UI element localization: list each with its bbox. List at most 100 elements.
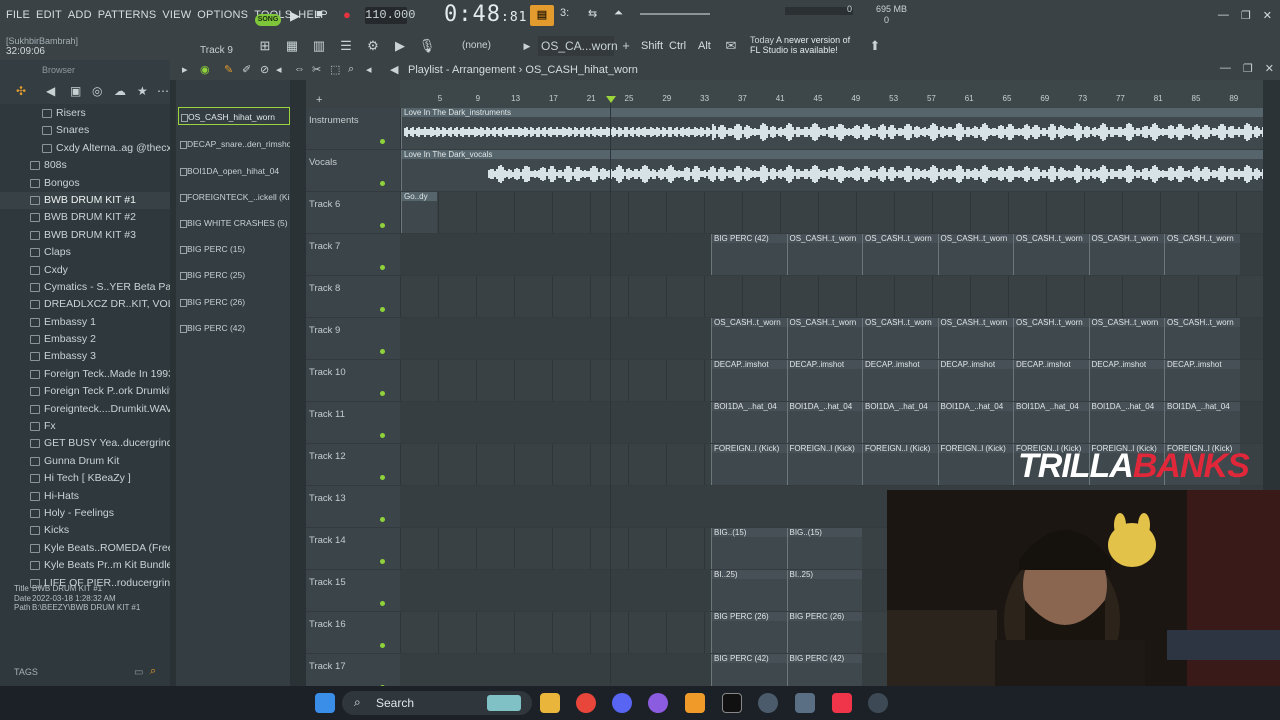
add-pattern-icon[interactable]: + — [617, 37, 635, 55]
browser-folder-item[interactable]: Foreign Teck..Made In 1993 — [0, 366, 170, 383]
pattern-clip[interactable]: OS_CASH..t_worn — [1088, 234, 1164, 275]
browser-folder-item[interactable]: Foreignteck....Drumkit.WAV — [0, 401, 170, 418]
ctrl-key[interactable]: Ctrl — [669, 40, 686, 52]
news-panel[interactable]: Today A newer version of FL Studio is av… — [750, 35, 850, 55]
menu-view[interactable]: VIEW — [162, 9, 191, 21]
step-icon[interactable]: 3: — [560, 7, 569, 19]
play-icon[interactable]: ▶ — [290, 8, 300, 24]
chrome-icon[interactable] — [576, 693, 596, 713]
magnet-snap-icon[interactable]: ◉ — [200, 63, 210, 76]
pattern-clip[interactable]: BOI1DA_..hat_04 — [786, 402, 862, 443]
track-header[interactable]: Track 9 — [306, 318, 400, 360]
pattern-clip[interactable]: BI..25) — [786, 570, 862, 611]
back-icon[interactable]: ◀ — [46, 84, 55, 98]
alt-key[interactable]: Alt — [698, 40, 711, 52]
arrow-icon[interactable]: ▶ — [391, 37, 409, 55]
fl-studio-icon[interactable] — [685, 693, 705, 713]
browser-folder-item[interactable]: Cxdy — [0, 262, 170, 279]
track-header[interactable]: Track 13 — [306, 486, 400, 528]
discord-icon[interactable] — [612, 693, 632, 713]
song-mode-toggle[interactable]: SONG — [255, 14, 281, 26]
browser-folder-item[interactable]: Foreign Teck P..ork Drumkit — [0, 383, 170, 400]
pattern-clip[interactable]: FOREIGN..l (Kick) — [711, 444, 787, 485]
track-enable-led[interactable] — [380, 475, 385, 480]
playlist-arrow-icon[interactable]: ◀ — [390, 63, 398, 76]
pattern-clip[interactable]: BIG PERC (42) — [786, 654, 862, 686]
track-enable-led[interactable] — [380, 349, 385, 354]
pattern-clip[interactable]: BOI1DA_..hat_04 — [711, 402, 787, 443]
track-header[interactable]: Track 7 — [306, 234, 400, 276]
browser-folder-item[interactable]: Snares — [0, 122, 170, 139]
track-header[interactable]: Instruments — [306, 108, 400, 150]
playlist-close-icon[interactable]: ✕ — [1265, 62, 1274, 75]
pattern-clip[interactable]: OS_CASH..t_worn — [1164, 318, 1240, 359]
loop-icon[interactable]: ⇆ — [588, 7, 597, 20]
track-enable-led[interactable] — [380, 265, 385, 270]
midi-input-select[interactable]: (none) — [462, 40, 491, 51]
browser-folder-item[interactable]: Hi-Hats — [0, 488, 170, 505]
slip-tool-icon[interactable]: ⇔ — [294, 63, 305, 75]
zoom-tool-icon[interactable]: ⌕ — [348, 63, 354, 76]
pattern-clip[interactable]: BOI1DA_..hat_04 — [1088, 402, 1164, 443]
track-header[interactable]: Track 16 — [306, 612, 400, 654]
picker-clip-item[interactable]: BIG PERC (42) — [178, 319, 290, 337]
menu-add[interactable]: ADD — [68, 9, 92, 21]
pattern-clip[interactable]: BIG PERC (42) — [711, 234, 787, 275]
plugin-db-icon[interactable]: ◎ — [92, 84, 102, 98]
track-header[interactable]: Track 8 — [306, 276, 400, 318]
main-volume-slider[interactable] — [640, 13, 710, 15]
track-header[interactable]: Vocals — [306, 150, 400, 192]
track-enable-led[interactable] — [380, 433, 385, 438]
menu-help[interactable]: HELP — [298, 9, 328, 21]
pattern-clip[interactable]: BIG PERC (26) — [711, 612, 787, 653]
capcut-icon[interactable] — [722, 693, 742, 713]
playlist-options-icon[interactable]: ▸ — [182, 63, 188, 76]
browser-folder-item[interactable]: BWB DRUM KIT #3 — [0, 227, 170, 244]
close-icon[interactable]: ✕ — [1263, 9, 1272, 22]
pattern-clip[interactable]: BIG PERC (42) — [711, 654, 787, 686]
track-header[interactable]: Track 14 — [306, 528, 400, 570]
browser-folder-item[interactable]: Embassy 2 — [0, 331, 170, 348]
browser-folder-item[interactable]: BWB DRUM KIT #2 — [0, 209, 170, 226]
browser-folder-item[interactable]: GET BUSY Yea..ducergrind) — [0, 435, 170, 452]
song-position-clock[interactable]: 0:48:81 — [444, 2, 527, 27]
record-icon[interactable]: ● — [343, 7, 351, 22]
app-purple-icon[interactable] — [648, 693, 668, 713]
pattern-song-toggle-icon[interactable]: ▤ — [530, 5, 554, 26]
browser-folder-item[interactable]: Cymatics - S..YER Beta Pack — [0, 279, 170, 296]
stop-icon[interactable]: ■ — [316, 8, 323, 20]
restore-icon[interactable]: ❐ — [1241, 9, 1251, 22]
pattern-clip[interactable]: OS_CASH..t_worn — [786, 318, 862, 359]
pattern-clip[interactable]: DECAP..imshot — [1164, 360, 1240, 401]
pattern-clip[interactable]: BOI1DA_..hat_04 — [1013, 402, 1089, 443]
pattern-clip[interactable]: BOI1DA_..hat_04 — [1164, 402, 1240, 443]
track-header[interactable]: Track 11 — [306, 402, 400, 444]
browser-folder-item[interactable]: Holy - Feelings — [0, 505, 170, 522]
browser-folder-item[interactable]: BWB DRUM KIT #1 — [0, 191, 170, 210]
browser-folder-item[interactable]: Risers — [0, 105, 170, 122]
pattern-clip[interactable]: OS_CASH..t_worn — [711, 318, 787, 359]
track-header[interactable]: Track 12 — [306, 444, 400, 486]
app-misc-icon[interactable] — [868, 693, 888, 713]
files-icon[interactable]: ▣ — [70, 84, 81, 98]
pattern-clip[interactable]: BOI1DA_..hat_04 — [862, 402, 938, 443]
song-marker-icon[interactable] — [606, 96, 616, 103]
slice-tool-icon[interactable]: ✂ — [312, 63, 321, 76]
browser-folder-item[interactable]: Fx — [0, 418, 170, 435]
tempo-display[interactable]: 110.000 — [365, 7, 415, 24]
track-enable-led[interactable] — [380, 391, 385, 396]
pattern-clip[interactable]: FOREIGN..l (Kick) — [862, 444, 938, 485]
shift-key[interactable]: Shift — [641, 40, 663, 52]
playlist-restore-icon[interactable]: ❐ — [1243, 62, 1253, 75]
pattern-clip[interactable]: DECAP..imshot — [711, 360, 787, 401]
browser-folder-item[interactable]: Kyle Beats..ROMEDA (Free) — [0, 540, 170, 557]
pattern-clip[interactable]: OS_CASH..t_worn — [937, 234, 1013, 275]
browser-folder-item[interactable]: Embassy 3 — [0, 348, 170, 365]
picker-clip-item[interactable]: OS_CASH_hihat_worn — [178, 107, 290, 125]
track-lane[interactable] — [400, 276, 1263, 318]
more-icon[interactable]: ⋯ — [157, 84, 169, 98]
tags-label[interactable]: TAGS — [14, 667, 38, 677]
track-enable-led[interactable] — [380, 517, 385, 522]
taskbar-search[interactable]: ⌕ Search — [342, 691, 532, 715]
audio-clip[interactable]: Love In The Dark_instruments — [401, 108, 1263, 149]
